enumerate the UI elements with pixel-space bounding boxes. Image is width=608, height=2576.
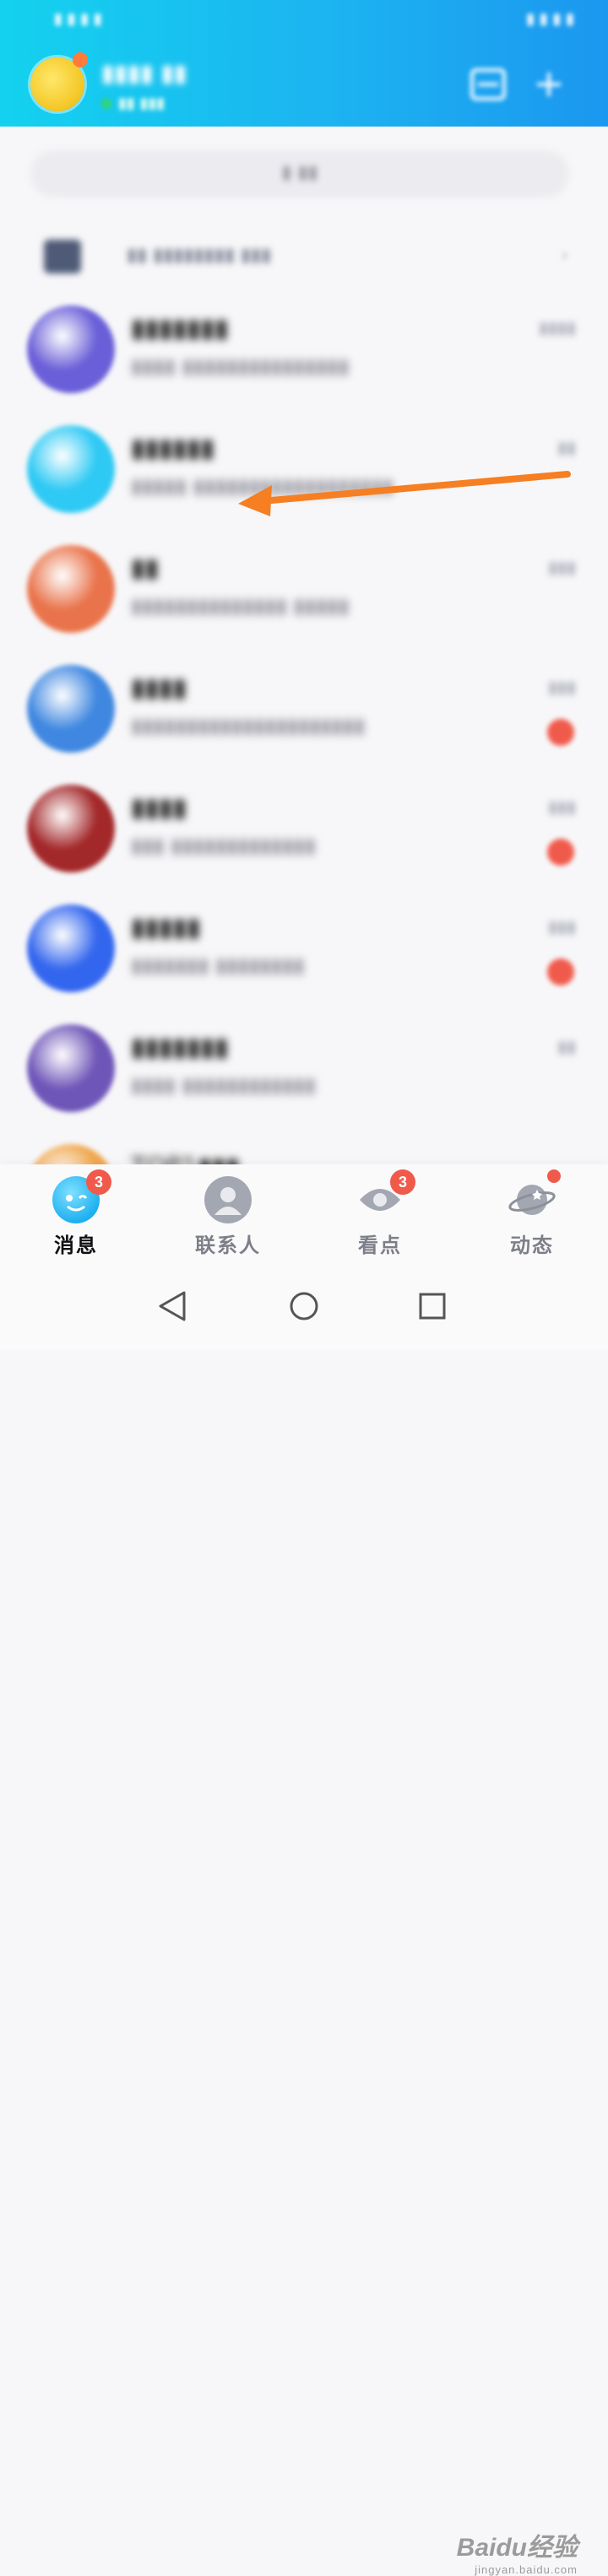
tab-label: 消息	[54, 1234, 98, 1257]
chat-row[interactable]: ▮▮▮▮▮▮ ▮▮▮▮▮ ▮▮▮▮▮▮▮▮▮▮▮▮▮▮▮▮▮▮ ▮▮	[0, 417, 608, 535]
tab-label: 看点	[358, 1234, 402, 1257]
chat-avatar	[27, 305, 115, 393]
unread-badge	[547, 719, 574, 746]
computer-icon	[44, 240, 81, 273]
watermark-logo: Baidu经验	[456, 2534, 578, 2562]
chat-time: ▮▮▮	[547, 677, 576, 697]
chat-row[interactable]: ▮▮▮▮▮▮▮ ▮▮▮▮ ▮▮▮▮▮▮▮▮▮▮▮▮▮▮▮ ▮▮▮▮	[0, 297, 608, 415]
chat-preview: ▮▮▮▮ ▮▮▮▮▮▮▮▮▮▮▮▮▮▮▮	[131, 354, 350, 378]
tab-dynamic[interactable]: 动态	[481, 1169, 583, 1257]
chat-title: ▮▮▮▮	[131, 793, 187, 823]
chat-title: ▮▮▮▮▮	[131, 913, 201, 942]
chat-avatar	[27, 905, 115, 992]
back-icon[interactable]	[147, 1281, 198, 1331]
tab-label: 动态	[510, 1234, 554, 1257]
chat-title: ▮▮▮▮▮▮▮	[131, 314, 229, 343]
avatar-decoration	[73, 52, 88, 68]
message-icon: 3	[52, 1169, 111, 1223]
unread-badge	[547, 839, 574, 866]
scan-icon	[470, 68, 506, 100]
tab-contacts[interactable]: 联系人	[177, 1176, 279, 1257]
chat-preview: ▮▮▮▮▮ ▮▮▮▮▮▮▮▮▮▮▮▮▮▮▮▮▮▮	[131, 474, 394, 498]
chat-title: ▮▮▮▮▮▮▮	[131, 1033, 229, 1062]
planet-shape-icon	[508, 1185, 556, 1215]
recents-icon[interactable]	[407, 1281, 458, 1331]
home-icon[interactable]	[279, 1281, 329, 1331]
chat-row[interactable]: ▮▮ ▮▮▮▮▮▮▮▮▮▮▮▮▮▮ ▮▮▮▮▮ ▮▮▮	[0, 537, 608, 655]
chat-preview: ▮▮▮ ▮▮▮▮▮▮▮▮▮▮▮▮▮	[131, 834, 316, 857]
chat-row[interactable]: ▮▮▮▮▮▮▮ ▮▮▮▮ ▮▮▮▮▮▮▮▮▮▮▮▮ ▮▮	[0, 1016, 608, 1134]
search-placeholder: ▮ ▮▮	[281, 162, 318, 183]
chat-time: ▮▮	[556, 437, 576, 457]
app-header: ▮ ▮ ▮ ▮ ▮ ▮ ▮ ▮ ▮▮▮▮ ▮▮ ▮▮ ▮▮▮	[0, 0, 608, 127]
profile-avatar[interactable]	[30, 52, 88, 111]
status-right: ▮ ▮ ▮ ▮	[526, 10, 574, 28]
bottom-tab-bar: 3 消息 联系人 3 看点 动态	[0, 1164, 608, 1257]
chat-preview: ▮▮▮▮▮▮▮ ▮▮▮▮▮▮▮▮	[131, 953, 305, 977]
online-dot-icon	[101, 99, 111, 109]
chat-avatar	[27, 785, 115, 872]
tab-kandian[interactable]: 3 看点	[329, 1169, 431, 1257]
online-status[interactable]: ▮▮ ▮▮▮	[101, 95, 165, 112]
online-status-text: ▮▮ ▮▮▮	[118, 95, 166, 112]
chat-preview: ▮▮▮▮▮▮▮▮▮▮▮▮▮▮▮▮▮▮▮▮▮	[131, 714, 366, 737]
person-icon	[214, 1187, 242, 1215]
chat-avatar	[27, 545, 115, 633]
unread-badge	[547, 959, 574, 986]
chat-avatar	[27, 425, 115, 513]
chat-preview: ▮▮▮▮ ▮▮▮▮▮▮▮▮▮▮▮▮	[131, 1073, 316, 1097]
scan-button[interactable]	[470, 68, 507, 105]
chat-avatar	[27, 1024, 115, 1112]
chat-title: ▮▮▮▮	[131, 673, 187, 703]
chat-title: ▮▮▮▮▮▮	[131, 434, 215, 463]
profile-name[interactable]: ▮▮▮▮ ▮▮	[101, 59, 187, 87]
dynamic-dot	[547, 1169, 561, 1183]
add-button[interactable]	[532, 68, 566, 105]
chat-preview: ▮▮▮▮▮▮▮▮▮▮▮▮▮▮ ▮▮▮▮▮	[131, 594, 350, 618]
chat-time: ▮▮▮▮	[538, 317, 576, 338]
chat-time: ▮▮▮	[547, 797, 576, 817]
tip-text: ▮▮ ▮▮▮▮▮▮▮▮ ▮▮▮	[127, 245, 272, 266]
chat-avatar	[27, 665, 115, 753]
watermark-url: jingyan.baidu.com	[475, 2563, 578, 2576]
search-bar[interactable]: ▮ ▮▮	[30, 150, 569, 197]
chat-time: ▮▮	[556, 1036, 576, 1056]
chat-time: ▮▮▮	[547, 557, 576, 577]
messages-badge: 3	[86, 1169, 111, 1195]
pc-login-tip[interactable]: ▮▮ ▮▮▮▮▮▮▮▮ ▮▮▮ ›	[0, 233, 608, 287]
chat-time: ▮▮▮	[547, 916, 576, 937]
plus-icon	[537, 73, 561, 96]
chat-row[interactable]: ▮▮▮▮▮ ▮▮▮▮▮▮▮ ▮▮▮▮▮▮▮▮ ▮▮▮	[0, 896, 608, 1014]
chat-row[interactable]: ▮▮▮▮ ▮▮▮▮▮▮▮▮▮▮▮▮▮▮▮▮▮▮▮▮▮ ▮▮▮	[0, 656, 608, 775]
chat-title: ▮▮	[131, 554, 160, 583]
planet-icon	[508, 1169, 561, 1223]
system-nav-bar: Baidu经验 jingyan.baidu.com	[0, 1257, 608, 2576]
eye-icon: 3	[356, 1169, 415, 1223]
tab-messages[interactable]: 3 消息	[25, 1169, 127, 1257]
status-bar: ▮ ▮ ▮ ▮ ▮ ▮ ▮ ▮	[0, 0, 608, 41]
status-left: ▮ ▮ ▮ ▮	[54, 10, 102, 28]
kandian-badge: 3	[390, 1169, 415, 1195]
watermark: Baidu经验 jingyan.baidu.com	[457, 2526, 578, 2576]
chat-row[interactable]: ▮▮▮▮ ▮▮▮ ▮▮▮▮▮▮▮▮▮▮▮▮▮ ▮▮▮	[0, 776, 608, 894]
contacts-icon	[204, 1176, 252, 1223]
tab-label: 联系人	[195, 1234, 261, 1257]
chevron-right-icon: ›	[561, 243, 569, 267]
